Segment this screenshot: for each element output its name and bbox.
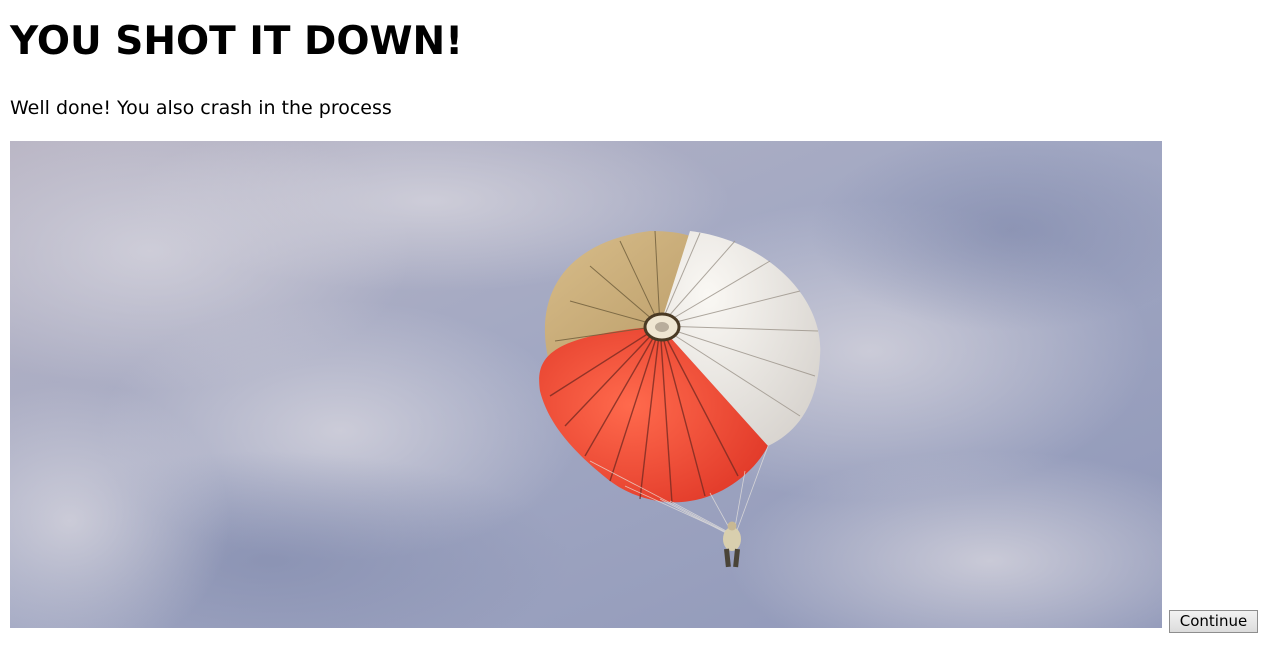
continue-button[interactable]: Continue <box>1169 610 1258 633</box>
page-heading: YOU SHOT IT DOWN! <box>10 19 463 64</box>
result-message: Well done! You also crash in the process <box>10 97 392 119</box>
parachute-scene-image <box>10 141 1162 628</box>
